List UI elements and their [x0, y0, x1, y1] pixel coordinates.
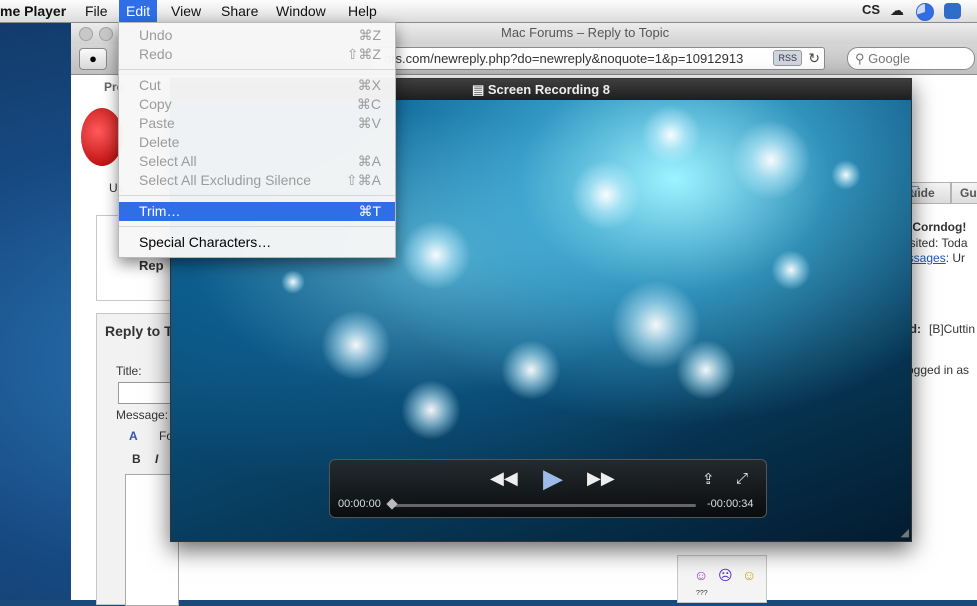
light-orb — [641, 105, 701, 165]
menu-item-redo[interactable]: Redo ⇧⌘Z — [119, 45, 395, 64]
bold-button[interactable]: B — [132, 452, 141, 466]
reply-panel: Reply to T Title: Message: A Fo B I — [96, 313, 180, 606]
search-icon: ⚲ — [855, 51, 865, 66]
menu-item-select-all-excluding-silence[interactable]: Select All Excluding Silence ⇧⌘A — [119, 171, 395, 190]
smilie-confused-label: ??? — [696, 590, 708, 597]
notification-icon[interactable] — [944, 3, 961, 19]
bookmark-button[interactable]: ● — [79, 48, 107, 70]
forum-logo — [81, 108, 123, 166]
playhead[interactable] — [386, 498, 398, 510]
menu-separator — [119, 195, 395, 196]
share-icon[interactable]: ⇪ — [702, 470, 715, 488]
menu-view[interactable]: View — [171, 0, 201, 22]
menu-item-undo[interactable]: Undo ⌘Z — [119, 26, 395, 45]
rss-button[interactable]: RSS — [773, 50, 802, 66]
smilie-icon[interactable]: ☹ — [718, 567, 733, 584]
font-color-icon[interactable]: A — [129, 429, 138, 443]
menu-separator — [119, 69, 395, 70]
fast-forward-button[interactable]: ▶▶ — [587, 468, 615, 489]
menu-item-trim[interactable]: Trim… ⌘T — [119, 202, 395, 221]
edit-menu: Undo ⌘Z Redo ⇧⌘Z Cut ⌘X Copy ⌘C Paste ⌘V Dele… — [118, 22, 396, 258]
elapsed-time: 00:00:00 — [338, 498, 381, 510]
movie-file-icon: ▤ — [471, 82, 488, 97]
reload-icon[interactable]: ↻ — [808, 48, 820, 69]
logged-in-text: ogged in as — [907, 363, 970, 377]
menu-separator — [119, 226, 395, 227]
menu-item-copy[interactable]: Copy ⌘C — [119, 95, 395, 114]
search-placeholder: Google — [868, 51, 911, 66]
cloud-icon[interactable]: ☁ — [890, 2, 904, 19]
menu-item-delete[interactable]: Delete — [119, 133, 395, 152]
menu-help[interactable]: Help — [348, 0, 377, 22]
smilie-icon[interactable]: ☺ — [694, 567, 708, 583]
light-orb — [321, 310, 391, 380]
timeline-scrubber[interactable] — [394, 504, 696, 507]
fullscreen-icon[interactable]: ⤢ — [736, 470, 748, 487]
smilie-icon[interactable]: ☺ — [742, 567, 756, 583]
cs-status-icon[interactable]: CS — [862, 2, 880, 17]
menu-window[interactable]: Window — [276, 0, 326, 22]
light-orb — [771, 250, 811, 290]
reply-to-heading: Reply to T — [105, 323, 173, 339]
light-orb — [401, 380, 461, 440]
light-orb — [401, 220, 471, 290]
menu-item-paste[interactable]: Paste ⌘V — [119, 114, 395, 133]
menu-item-select-all[interactable]: Select All ⌘A — [119, 152, 395, 171]
menu-item-special-characters[interactable]: Special Characters… — [119, 233, 395, 252]
minimize-button[interactable] — [99, 27, 113, 41]
tab-gu[interactable]: Gu — [951, 182, 977, 204]
message-label: Message: — [116, 408, 169, 422]
playback-controls: ◀◀ ▶ ▶▶ ⇪ ⤢ 00:00:00 -00:00:34 — [329, 459, 767, 518]
search-input[interactable]: ⚲ Google — [847, 47, 975, 70]
play-button[interactable]: ▶ — [543, 463, 563, 494]
url-field[interactable]: ors.com/newreply.php?do=newreply&noquote… — [371, 47, 825, 70]
player-title: Screen Recording 8 — [487, 82, 610, 97]
thread-value: [B]Cuttin — [929, 322, 976, 336]
resize-handle[interactable]: ◢ — [901, 526, 909, 539]
light-orb — [571, 160, 641, 230]
menu-edit[interactable]: Edit — [119, 0, 158, 22]
menu-bar: me Player File Edit View Share Window He… — [0, 0, 977, 23]
smilies-panel: ☺ ☹ ☺ ??? — [677, 555, 767, 603]
url-text: ors.com/newreply.php?do=newreply&noquote… — [384, 51, 744, 66]
light-orb — [501, 340, 561, 400]
title-label: Title: — [116, 364, 142, 378]
light-orb — [676, 340, 736, 400]
light-orb — [281, 270, 305, 294]
menu-share[interactable]: Share — [221, 0, 258, 22]
italic-button[interactable]: I — [155, 452, 158, 466]
menu-file[interactable]: File — [85, 0, 108, 22]
rewind-button[interactable]: ◀◀ — [490, 468, 518, 489]
time-machine-icon[interactable] — [916, 3, 934, 21]
light-orb — [831, 160, 861, 190]
app-menu[interactable]: me Player — [0, 0, 66, 22]
menu-item-cut[interactable]: Cut ⌘X — [119, 76, 395, 95]
breadcrumb-reply: Rep — [139, 258, 164, 273]
remaining-time: -00:00:34 — [707, 498, 754, 510]
light-orb — [731, 120, 811, 200]
close-button[interactable] — [79, 27, 93, 41]
